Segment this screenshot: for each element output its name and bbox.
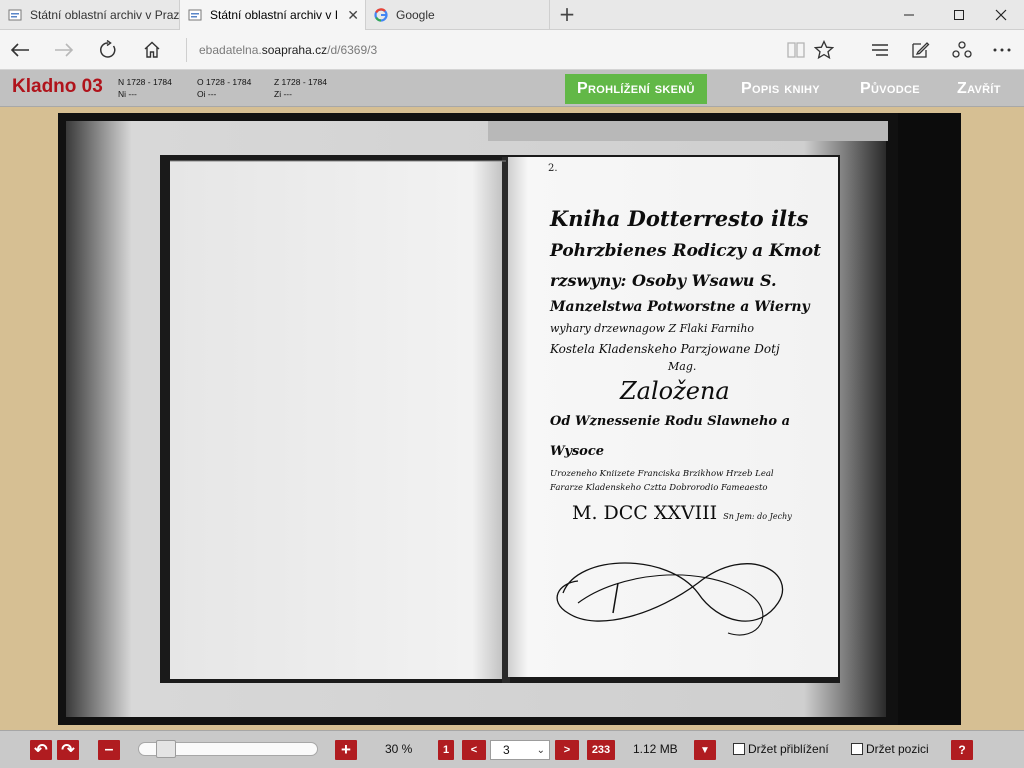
download-button[interactable]: ▼ (694, 740, 716, 760)
marriages-range: O 1728 - 1784 Oi --- (197, 76, 251, 100)
menu-book-description[interactable]: Popis knihy (729, 74, 832, 104)
hold-zoom-checkbox[interactable] (733, 743, 745, 755)
tab-label: Státní oblastní archiv v I (210, 8, 339, 22)
births-index-label: Ni --- (118, 89, 137, 99)
browser-tab-2[interactable]: Státní oblastní archiv v I ✕ (180, 0, 366, 30)
browser-tab-strip: Státní oblastní archiv v Praz Státní obl… (0, 0, 1024, 30)
menu-browse-scans[interactable]: Prohlížení skenů (565, 74, 707, 104)
back-button[interactable] (8, 38, 32, 62)
hub-button[interactable] (868, 38, 892, 62)
forward-button[interactable] (52, 38, 76, 62)
forward-arrow-icon (55, 43, 74, 57)
marriages-label: O 1728 - 1784 (197, 77, 252, 87)
tab-label: Státní oblastní archiv v Praz (30, 8, 179, 22)
deaths-index-label: Zi --- (274, 89, 292, 99)
file-size: 1.12 MB (633, 742, 678, 756)
refresh-button[interactable] (96, 38, 120, 62)
favorite-button[interactable] (812, 38, 836, 62)
scan-handwritten-text: Kniha Dotterresto ilts Pohrzbienes Rodic… (550, 203, 840, 535)
share-icon (952, 41, 972, 58)
births-label: N 1728 - 1784 (118, 77, 172, 87)
scan-page-number: 2. (548, 163, 558, 174)
scan-line: Od Wznessenie Rodu Slawneho a Wysoce (550, 414, 791, 459)
scan-line: wyhary drzewnagow Z Flaki Farniho (550, 322, 755, 335)
menu-originator[interactable]: Původce (848, 74, 932, 104)
deaths-label: Z 1728 - 1784 (274, 77, 327, 87)
url-host: soapraha.cz (261, 43, 328, 57)
scan-line: Manzelstwa Potworstne a Wierny (550, 299, 810, 315)
scan-line: Pohrzbienes Rodiczy a Kmot (550, 241, 821, 261)
scan-line: Kniha Dotterresto ilts (550, 206, 809, 231)
scan-line: Mag. (668, 360, 697, 373)
scan-year: M. DCC XXVIII (572, 502, 718, 524)
help-button[interactable]: ? (951, 740, 973, 760)
scan-line: Urozeneho Kniizete Franciska Brzikhow Hr… (550, 469, 774, 479)
zoom-slider-thumb[interactable] (155, 740, 176, 758)
home-icon (144, 41, 160, 58)
last-page-button[interactable]: 233 (587, 740, 615, 760)
menu-close[interactable]: Zavřít (945, 74, 1013, 104)
close-tab-icon[interactable]: ✕ (347, 7, 359, 24)
zoom-out-button[interactable]: – (98, 740, 120, 760)
star-icon (814, 40, 834, 60)
more-dots-icon (993, 48, 1011, 52)
archive-favicon-icon (8, 9, 22, 21)
archive-favicon-icon (188, 9, 202, 21)
browser-tab-3[interactable]: Google (366, 0, 550, 30)
address-bar[interactable]: ebadatelna.soapraha.cz/d/6369/3 (186, 38, 586, 62)
scan-year-note: Sn Jem: do Jechy (723, 512, 792, 521)
web-note-button[interactable] (908, 38, 932, 62)
tab-label: Google (396, 8, 435, 22)
close-icon (995, 9, 1007, 21)
scan-line: rzswyny: Osoby Wsawu S. (550, 271, 777, 290)
minimize-window-button[interactable] (886, 0, 932, 30)
scan-line: Založena (620, 377, 730, 405)
rotate-left-button[interactable]: ↶ (30, 740, 52, 760)
share-button[interactable] (950, 38, 974, 62)
viewer-toolbar: ↶ ↷ – + 30 % 1 < 3 ⌄ > 233 1.12 MB ▼ Drž… (0, 730, 1024, 768)
hold-zoom-label[interactable]: Držet přiblížení (748, 742, 829, 756)
url-prefix: ebadatelna. (199, 43, 262, 57)
zoom-in-button[interactable]: + (335, 740, 357, 760)
page-select-value: 3 (503, 743, 510, 757)
book-title: Kladno 03 (12, 76, 103, 97)
url-path: /d/6369/3 (327, 43, 378, 57)
scan-line: Fararze Kladenskeho Cztta Dobrorodio Fam… (550, 483, 768, 493)
minimize-icon (904, 14, 914, 16)
scan-line: Kostela Kladenskeho Parzjowane Dotj (550, 342, 780, 356)
marriages-index-label: Oi --- (197, 89, 217, 99)
refresh-icon (100, 40, 116, 58)
hold-position-checkbox[interactable] (851, 743, 863, 755)
zoom-level: 30 % (385, 742, 413, 756)
home-button[interactable] (140, 38, 164, 62)
browser-tab-1[interactable]: Státní oblastní archiv v Praz (0, 0, 180, 30)
app-header: Kladno 03 N 1728 - 1784 Ni --- O 1728 - … (0, 70, 1024, 107)
scan-viewer[interactable]: 2. Kniha Dotterresto ilts Pohrzbienes Ro… (58, 113, 961, 725)
page-select[interactable]: 3 ⌄ (490, 740, 550, 760)
pen-note-icon (912, 42, 930, 58)
maximize-window-button[interactable] (936, 0, 982, 30)
rotate-right-button[interactable]: ↷ (57, 740, 79, 760)
more-options-button[interactable] (990, 38, 1014, 62)
hold-position-label[interactable]: Držet pozici (866, 742, 929, 756)
deaths-range: Z 1728 - 1784 Zi --- (274, 76, 327, 100)
back-arrow-icon (10, 43, 29, 57)
scan-line: M. DCC XXVIII Sn Jem: do Jechy (550, 495, 840, 535)
births-range: N 1728 - 1784 Ni --- (118, 76, 172, 100)
close-window-button[interactable] (978, 0, 1024, 30)
new-tab-button[interactable]: + (556, 4, 578, 26)
maximize-icon (954, 10, 964, 20)
first-page-button[interactable]: 1 (438, 740, 454, 760)
hub-lines-icon (872, 44, 888, 56)
previous-page-button[interactable]: < (462, 740, 486, 760)
next-page-button[interactable]: > (555, 740, 579, 760)
reading-view-button[interactable] (784, 38, 808, 62)
browser-navigation-bar: ebadatelna.soapraha.cz/d/6369/3 (0, 30, 1024, 70)
chevron-down-icon: ⌄ (536, 745, 545, 756)
google-favicon-icon (374, 8, 388, 22)
book-icon (787, 42, 805, 58)
